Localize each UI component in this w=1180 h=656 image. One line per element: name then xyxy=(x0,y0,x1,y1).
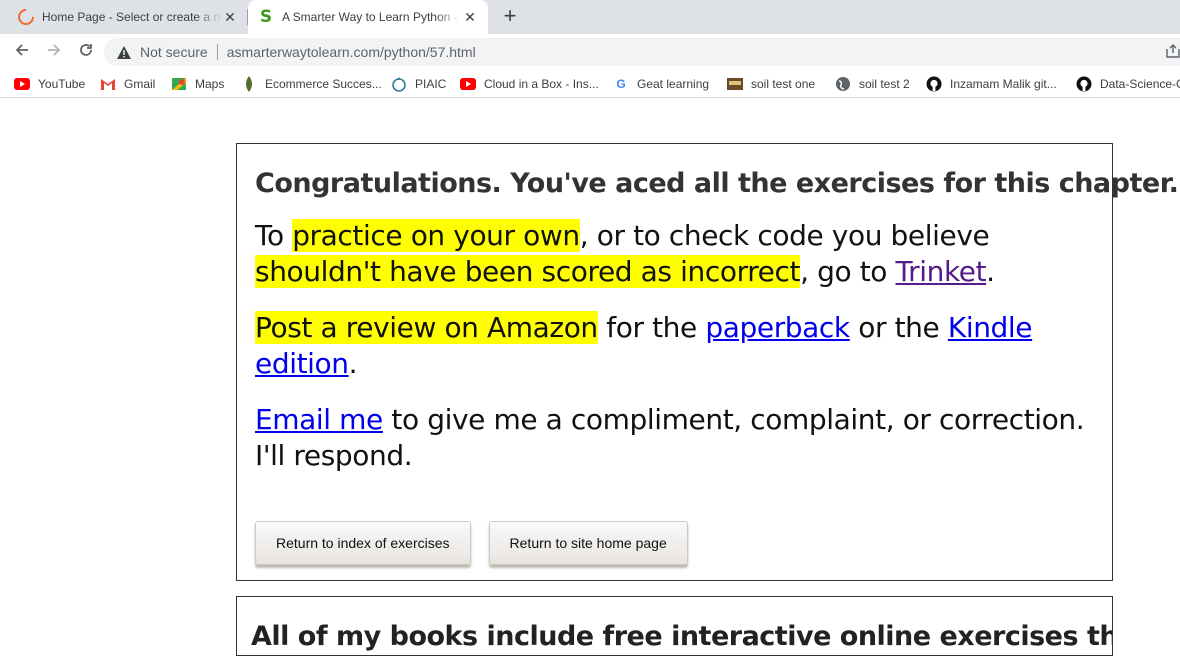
github-icon xyxy=(926,76,942,92)
close-icon[interactable]: ✕ xyxy=(222,9,238,25)
share-icon[interactable] xyxy=(1166,44,1180,60)
bookmark-geat-learning[interactable]: G Geat learning xyxy=(613,75,709,93)
bookmark-label: Geat learning xyxy=(637,77,710,91)
url-text[interactable]: asmarterwaytolearn.com/python/57.html xyxy=(227,44,476,60)
highlighted-text: practice on your own xyxy=(292,219,580,252)
bookmark-soil-test-2[interactable]: soil test 2 xyxy=(835,75,910,93)
bookmark-inzamam-github[interactable]: Inzamam Malik git... xyxy=(926,75,1057,93)
new-tab-icon[interactable]: + xyxy=(498,5,522,29)
tab-bar: Home Page - Select or create a notebook … xyxy=(0,0,1180,34)
return-to-index-button[interactable]: Return to index of exercises xyxy=(255,521,471,565)
youtube-icon xyxy=(14,76,30,92)
text: . xyxy=(986,255,995,288)
bookmark-youtube[interactable]: YouTube xyxy=(14,75,85,93)
text: , or to check code you believe xyxy=(579,219,990,252)
email-paragraph: Email me to give me a compliment, compla… xyxy=(255,402,1085,474)
loading-ring-icon xyxy=(14,5,38,29)
gmail-icon xyxy=(100,76,116,92)
bookmark-label: Data-Science-C xyxy=(1100,77,1180,91)
books-panel: All of my books include free interactive… xyxy=(236,596,1113,656)
address-bar[interactable]: Not secure asmarterwaytolearn.com/python… xyxy=(104,38,1180,66)
close-icon[interactable]: ✕ xyxy=(462,9,478,25)
bookmark-label: soil test one xyxy=(751,77,816,91)
bookmark-cloud-in-a-box[interactable]: Cloud in a Box - Ins... xyxy=(460,75,599,93)
reload-icon[interactable] xyxy=(74,40,98,64)
bookmark-label: Cloud in a Box - Ins... xyxy=(484,77,599,91)
highlighted-text: Post a review on Amazon xyxy=(255,311,598,344)
back-arrow-icon[interactable] xyxy=(10,40,34,64)
bookmark-soil-test-one[interactable]: soil test one xyxy=(727,75,815,93)
bookmark-ecommerce[interactable]: Ecommerce Succes... xyxy=(241,75,382,93)
bookmark-label: Inzamam Malik git... xyxy=(950,77,1057,91)
bookmark-data-science[interactable]: Data-Science-C xyxy=(1076,75,1180,93)
tab-home-page[interactable]: Home Page - Select or create a notebook … xyxy=(8,0,248,34)
bookmarks-bar: YouTube Gmail Maps Ecommerce Succes... P… xyxy=(0,70,1180,98)
email-me-link[interactable]: Email me xyxy=(255,403,383,436)
bookmark-label: Ecommerce Succes... xyxy=(265,77,382,91)
bookmark-piaic[interactable]: PIAIC xyxy=(391,75,446,93)
maps-icon xyxy=(171,76,187,92)
text: for the xyxy=(597,311,706,344)
site-icon xyxy=(727,76,743,92)
warning-triangle-icon[interactable] xyxy=(116,44,132,60)
toolbar: Not secure asmarterwaytolearn.com/python… xyxy=(0,34,1180,70)
s-logo-icon: S xyxy=(259,7,273,27)
trinket-link[interactable]: Trinket xyxy=(896,255,987,288)
bookmark-maps[interactable]: Maps xyxy=(171,75,224,93)
bookmark-label: Maps xyxy=(195,77,225,91)
piaic-icon xyxy=(391,76,407,92)
paperback-link[interactable]: paperback xyxy=(705,311,850,344)
security-label[interactable]: Not secure xyxy=(140,44,208,60)
bookmark-label: YouTube xyxy=(38,77,86,91)
text: . xyxy=(348,347,358,380)
bookmark-gmail[interactable]: Gmail xyxy=(100,75,155,93)
bookmark-label: Gmail xyxy=(124,77,156,91)
text: To xyxy=(255,219,293,252)
bookmark-label: PIAIC xyxy=(415,77,447,91)
bookmark-label: soil test 2 xyxy=(859,77,910,91)
leaf-icon xyxy=(241,76,257,92)
youtube-icon xyxy=(460,76,476,92)
github-icon xyxy=(1076,76,1092,92)
forward-arrow-icon[interactable] xyxy=(42,40,66,64)
page-title: Congratulations. You've aced all the exe… xyxy=(255,168,1179,199)
return-to-home-button[interactable]: Return to site home page xyxy=(488,521,688,565)
google-icon: G xyxy=(616,77,626,91)
practice-paragraph: To practice on your own, or to check cod… xyxy=(255,218,1085,290)
text: or the xyxy=(849,311,948,344)
congratulations-panel: Congratulations. You've aced all the exe… xyxy=(236,143,1179,581)
highlighted-text: shouldn't have been scored as incorrect xyxy=(255,255,801,288)
review-paragraph: Post a review on Amazon for the paperbac… xyxy=(255,310,1085,382)
tab-title: Home Page - Select or create a notebook xyxy=(42,10,222,24)
navigation-buttons: Return to index of exercises Return to s… xyxy=(255,521,706,565)
text: , go to xyxy=(800,255,896,288)
globe-icon xyxy=(835,76,851,92)
tab-smarter-way[interactable]: S A Smarter Way to Learn Python - Exerci… xyxy=(248,0,488,34)
tab-title: A Smarter Way to Learn Python - Exercise… xyxy=(282,10,462,24)
omnibox-divider xyxy=(216,44,218,60)
